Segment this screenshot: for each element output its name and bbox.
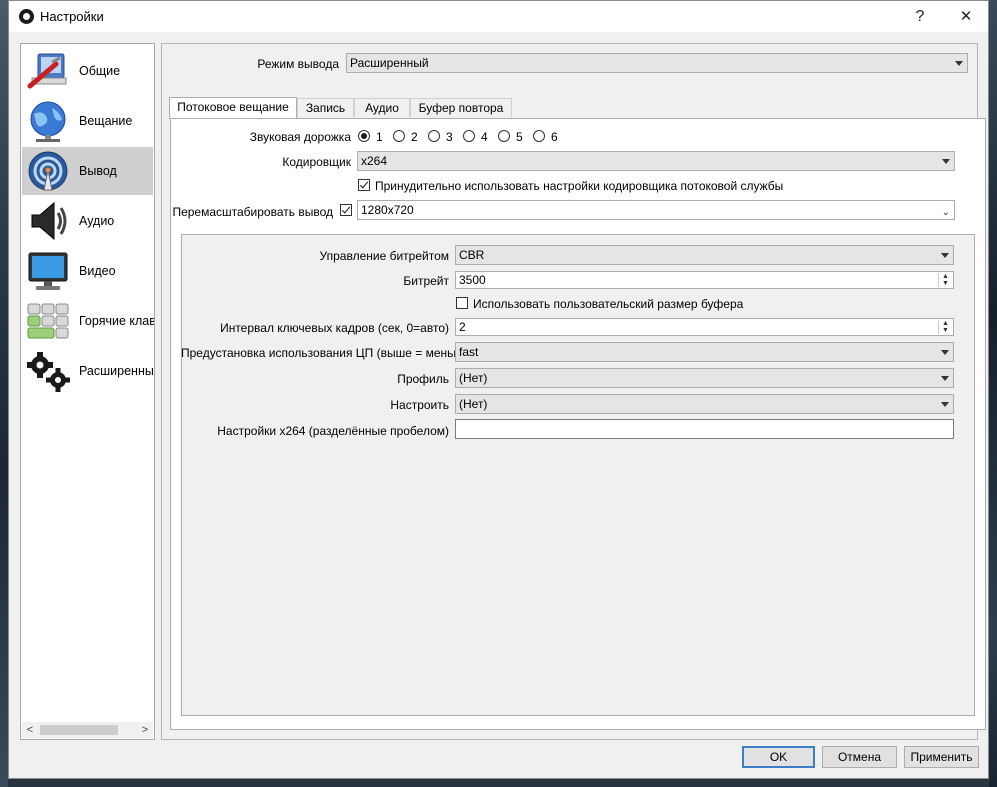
custom-buffer-checkbox[interactable] — [456, 297, 468, 309]
audio-track-radio-1[interactable] — [358, 130, 370, 142]
tune-label: Настроить — [390, 398, 449, 412]
enforce-settings-checkbox[interactable] — [358, 179, 370, 191]
rescale-resolution-select[interactable]: 1280x720 ⌄ — [357, 200, 955, 220]
profile-select[interactable]: (Нет) — [455, 368, 954, 388]
audio-track-option-label: 6 — [551, 130, 558, 144]
cancel-button[interactable]: Отмена — [822, 746, 897, 768]
chevron-down-icon — [942, 159, 950, 164]
scroll-left-arrow-icon[interactable]: < — [23, 723, 37, 737]
speaker-icon — [31, 201, 67, 241]
hotkeys-icon — [27, 303, 69, 339]
sidebar-item-audio[interactable]: Аудио — [22, 197, 153, 245]
scroll-right-arrow-icon[interactable]: > — [138, 723, 152, 737]
settings-sidebar: Общие Вещание Вывод Аудио Видео Горячие … — [20, 43, 155, 740]
settings-window: Настройки ? ✕ Общие Вещание Вывод Аудио … — [8, 0, 989, 779]
help-button[interactable]: ? — [906, 6, 934, 28]
audio-track-radio-2[interactable] — [393, 130, 405, 142]
audio-track-radio-6[interactable] — [533, 130, 545, 142]
cpu-preset-label: Предустановка использования ЦП (выше = м… — [181, 346, 474, 360]
sidebar-item-label: Общие — [79, 64, 121, 78]
sidebar-item-general[interactable]: Общие — [22, 47, 153, 95]
enforce-settings-label: Принудительно использовать настройки код… — [375, 179, 784, 193]
chevron-down-icon: ⌄ — [941, 207, 950, 218]
sidebar-item-video[interactable]: Видео — [22, 247, 153, 295]
spin-arrows-icon[interactable]: ▲ ▼ — [938, 320, 952, 334]
gears-icon — [27, 352, 70, 392]
chevron-down-icon — [941, 376, 949, 381]
rescale-resolution-value: 1280x720 — [361, 203, 414, 217]
audio-track-option-label: 4 — [481, 130, 488, 144]
keyframe-interval-value: 2 — [459, 320, 466, 334]
encoder-label: Кодировщик — [282, 155, 351, 169]
chevron-down-icon — [955, 61, 963, 66]
output-mode-label: Режим вывода — [257, 57, 339, 71]
tab-replay-buffer[interactable]: Буфер повтора — [410, 98, 512, 117]
bitrate-label: Битрейт — [403, 274, 449, 288]
sidebar-item-label: Расширенны — [79, 364, 154, 378]
cpu-preset-select[interactable]: fast — [455, 342, 954, 362]
chevron-down-icon — [941, 402, 949, 407]
sidebar-item-hotkeys[interactable]: Горячие клав — [22, 297, 155, 345]
output-mode-select[interactable]: Расширенный — [346, 53, 968, 73]
audio-track-option-label: 1 — [376, 130, 383, 144]
sidebar-item-label: Вывод — [79, 164, 117, 178]
tab-streaming[interactable]: Потоковое вещание — [169, 97, 297, 119]
custom-buffer-label: Использовать пользовательский размер буф… — [473, 297, 744, 311]
bitrate-value: 3500 — [459, 273, 486, 287]
audio-track-radio-3[interactable] — [428, 130, 440, 142]
audio-track-option-label: 2 — [411, 130, 418, 144]
rate-control-value: CBR — [459, 248, 485, 262]
bitrate-spinbox[interactable]: 3500 ▲ ▼ — [455, 271, 954, 289]
sidebar-item-stream[interactable]: Вещание — [22, 97, 153, 145]
encoder-select[interactable]: x264 — [357, 151, 955, 171]
output-mode-value: Расширенный — [350, 56, 429, 70]
monitor-icon — [28, 252, 68, 290]
ok-button[interactable]: OK — [742, 746, 815, 768]
sidebar-item-label: Горячие клав — [79, 314, 155, 328]
title-bar: Настройки ? ✕ — [9, 1, 988, 32]
tab-audio[interactable]: Аудио — [354, 98, 410, 117]
output-broadcast-icon — [28, 151, 68, 191]
rescale-label: Перемасштабировать вывод — [172, 205, 333, 219]
audio-track-label: Звуковая дорожка — [249, 130, 351, 144]
sidebar-item-label: Видео — [79, 264, 116, 278]
rate-control-select[interactable]: CBR — [455, 245, 954, 265]
sidebar-item-label: Аудио — [79, 214, 115, 228]
sidebar-item-output[interactable]: Вывод — [22, 147, 153, 195]
spin-arrows-icon[interactable]: ▲ ▼ — [938, 273, 952, 287]
desktop-background-right — [989, 0, 997, 787]
tune-value: (Нет) — [459, 397, 488, 411]
keyframe-interval-spinbox[interactable]: 2 ▲ ▼ — [455, 318, 954, 336]
sidebar-item-advanced[interactable]: Расширенны — [22, 347, 154, 395]
audio-track-option-label: 5 — [516, 130, 523, 144]
chevron-down-icon — [941, 253, 949, 258]
obs-app-icon — [19, 9, 34, 24]
close-button[interactable]: ✕ — [952, 6, 980, 28]
x264-options-input[interactable] — [455, 419, 954, 439]
chevron-down-icon — [941, 350, 949, 355]
scrollbar-thumb[interactable] — [40, 725, 118, 735]
audio-track-radio-5[interactable] — [498, 130, 510, 142]
stream-globe-icon — [30, 101, 66, 142]
rate-control-label: Управление битрейтом — [319, 249, 449, 263]
rescale-checkbox[interactable] — [340, 204, 352, 216]
audio-track-option-label: 3 — [446, 130, 453, 144]
desktop-background-left — [0, 0, 8, 787]
tune-select[interactable]: (Нет) — [455, 394, 954, 414]
x264-options-label: Настройки x264 (разделённые пробелом) — [217, 424, 449, 438]
general-settings-icon — [27, 53, 67, 89]
tab-recording[interactable]: Запись — [297, 98, 354, 117]
profile-label: Профиль — [397, 372, 449, 386]
cpu-preset-value: fast — [459, 345, 479, 359]
profile-value: (Нет) — [459, 371, 488, 385]
window-title: Настройки — [40, 9, 104, 24]
keyframe-interval-label: Интервал ключевых кадров (сек, 0=авто) — [220, 321, 449, 335]
sidebar-item-label: Вещание — [79, 114, 133, 128]
audio-track-radio-4[interactable] — [463, 130, 475, 142]
encoder-value: x264 — [361, 154, 388, 168]
sidebar-horizontal-scrollbar[interactable]: < > — [22, 722, 153, 738]
apply-button[interactable]: Применить — [904, 746, 979, 768]
